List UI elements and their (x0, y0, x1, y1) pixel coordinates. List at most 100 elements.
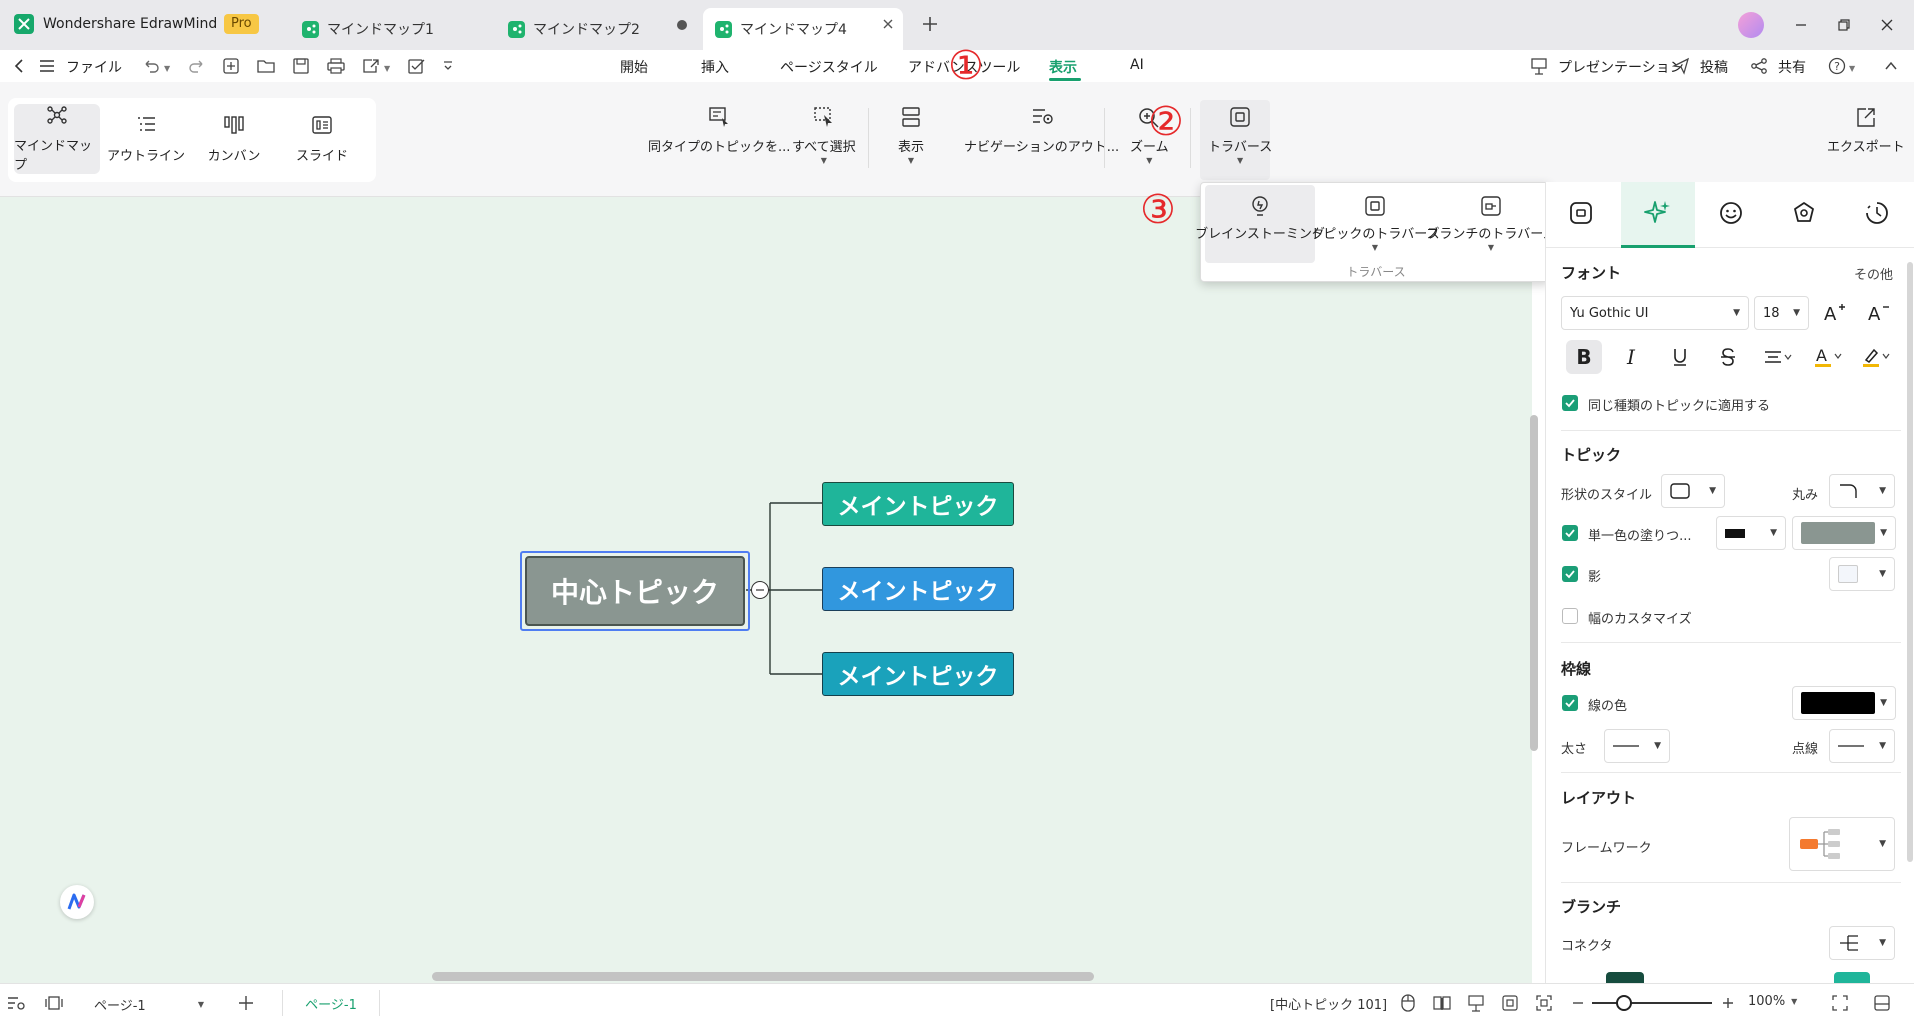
share-icon[interactable] (1748, 56, 1770, 76)
fullscreen-fit-icon[interactable] (1534, 993, 1554, 1013)
shape-style-select[interactable]: ▼ (1661, 474, 1725, 508)
menu-view[interactable]: 表示 (1049, 57, 1077, 77)
zoom-dropdown-icon[interactable]: ▼ (1146, 157, 1152, 165)
close-window-icon[interactable] (1876, 14, 1898, 36)
vertical-scrollbar[interactable] (1530, 415, 1538, 751)
post-button[interactable]: 投稿 (1700, 57, 1728, 77)
font-decrease-icon[interactable]: A (1866, 302, 1890, 324)
font-more-link[interactable]: その他 (1854, 264, 1893, 283)
fill-type-select[interactable]: ▼ (1716, 516, 1786, 550)
page-select[interactable]: ページ-1 ▼ (80, 992, 210, 1016)
branch-traverse-button[interactable]: ブランチのトラバース ▼ (1426, 185, 1556, 263)
font-family-select[interactable]: Yu Gothic UI ▼ (1561, 296, 1749, 330)
user-avatar[interactable] (1738, 12, 1764, 38)
shadow-checkbox[interactable] (1562, 566, 1578, 582)
brainstorming-button[interactable]: ブレインストーミング (1195, 185, 1325, 263)
highlight-color-icon[interactable] (1856, 340, 1896, 374)
single-fill-checkbox[interactable] (1562, 525, 1578, 541)
view-kanban-button[interactable]: カンバン (191, 104, 277, 174)
text-align-icon[interactable] (1758, 340, 1798, 374)
branch-color-swatch[interactable] (1606, 972, 1644, 983)
select-all-button[interactable]: すべて選択 ▼ (792, 106, 856, 165)
zoom-slider-thumb[interactable] (1616, 995, 1632, 1011)
menu-insert[interactable]: 挿入 (701, 57, 729, 77)
line-color-checkbox[interactable] (1562, 695, 1578, 711)
redo-icon[interactable] (186, 56, 208, 76)
panel-tab-history-icon[interactable] (1862, 198, 1892, 228)
panel-tab-sticker-icon[interactable] (1716, 198, 1746, 228)
export-dropdown-icon[interactable]: ▼ (384, 64, 390, 73)
help-dropdown-icon[interactable]: ▼ (1849, 64, 1855, 73)
save-icon[interactable] (290, 56, 312, 76)
open-folder-icon[interactable] (255, 56, 277, 76)
more-dropdown-icon[interactable] (437, 56, 459, 76)
branch-line-swatch[interactable] (1834, 972, 1870, 983)
zoom-slider-track[interactable] (1592, 1002, 1712, 1004)
print-icon[interactable] (325, 56, 347, 76)
mindmap-canvas[interactable]: 中心トピック メイントピック メイントピック メイントピック (0, 197, 1538, 983)
apply-same-checkbox[interactable] (1562, 395, 1578, 411)
connector-select[interactable]: ▼ (1829, 926, 1895, 960)
fullscreen-icon[interactable] (1830, 993, 1850, 1013)
branch-traverse-dropdown-icon[interactable]: ▼ (1488, 244, 1494, 252)
navigation-icon[interactable] (6, 993, 26, 1013)
minimize-icon[interactable] (1790, 14, 1812, 36)
presentation-mode-icon[interactable] (1466, 993, 1486, 1013)
underline-icon[interactable] (1662, 340, 1698, 374)
fit-page-icon[interactable] (1500, 993, 1520, 1013)
zoom-out-icon[interactable] (1568, 993, 1588, 1013)
presentation-button[interactable]: プレゼンテーション (1558, 57, 1684, 77)
tab-mindmap2[interactable]: マインドマップ2 (496, 8, 696, 50)
central-topic[interactable]: 中心トピック (525, 556, 745, 626)
toggle-panel-icon[interactable] (1872, 993, 1892, 1013)
undo-dropdown-icon[interactable]: ▼ (164, 64, 170, 73)
panel-tab-ai-sparkle-icon[interactable] (1643, 198, 1673, 228)
file-menu[interactable]: ファイル (66, 57, 122, 77)
zoom-in-icon[interactable] (1718, 993, 1738, 1013)
presentation-icon[interactable] (1528, 56, 1550, 76)
horizontal-scrollbar[interactable] (432, 972, 1094, 981)
panel-tab-style-icon[interactable] (1566, 198, 1596, 228)
add-page-icon[interactable] (236, 993, 256, 1013)
topic-traverse-button[interactable]: トピックのトラバース ▼ (1310, 185, 1440, 263)
collapse-ribbon-icon[interactable] (1880, 56, 1902, 76)
line-color-select[interactable]: ▼ (1792, 686, 1896, 720)
menu-hamburger-icon[interactable] (36, 56, 58, 76)
topic-traverse-dropdown-icon[interactable]: ▼ (1372, 244, 1378, 252)
post-send-icon[interactable] (1670, 56, 1692, 76)
menu-page-style[interactable]: ページスタイル (780, 57, 878, 77)
mouse-mode-icon[interactable] (1398, 993, 1418, 1013)
navigation-outline-button[interactable]: ナビゲーションのアウト... (964, 106, 1119, 155)
display-button[interactable]: 表示 ▼ (898, 106, 924, 165)
book-view-icon[interactable] (1432, 993, 1452, 1013)
strikethrough-icon[interactable] (1710, 340, 1746, 374)
roundness-select[interactable]: ▼ (1829, 474, 1895, 508)
page-layout-icon[interactable] (44, 993, 64, 1013)
help-icon[interactable]: ? (1826, 56, 1848, 76)
tab-mindmap4[interactable]: マインドマップ4 (703, 8, 903, 50)
thickness-select[interactable]: ▼ (1604, 729, 1670, 763)
panel-scrollbar[interactable] (1907, 262, 1913, 862)
view-mindmap-button[interactable]: マインドマップ (14, 104, 100, 174)
page-tab-active[interactable]: ページ-1 (282, 990, 380, 1016)
font-color-icon[interactable]: A (1808, 340, 1848, 374)
bold-icon[interactable]: B (1566, 340, 1602, 374)
traverse-dropdown-icon[interactable]: ▼ (1237, 157, 1243, 165)
view-slide-button[interactable]: スライド (279, 104, 365, 174)
font-size-select[interactable]: 18 ▼ (1754, 296, 1809, 330)
select-same-type-button[interactable]: 同タイプのトピックを... (648, 106, 790, 155)
export-file-icon[interactable] (360, 56, 382, 76)
main-topic-2[interactable]: メイントピック (822, 567, 1014, 611)
fill-color-select[interactable]: ▼ (1792, 516, 1896, 550)
framework-select[interactable]: ▼ (1789, 817, 1895, 871)
restore-icon[interactable] (1833, 14, 1855, 36)
new-tab-icon[interactable] (920, 14, 940, 34)
main-topic-3[interactable]: メイントピック (822, 652, 1014, 696)
panel-tab-theme-icon[interactable] (1789, 198, 1819, 228)
view-outline-button[interactable]: アウトライン (103, 104, 189, 174)
check-edit-icon[interactable] (406, 56, 428, 76)
menu-ai[interactable]: AI (1130, 57, 1144, 73)
export-button[interactable]: エクスポート (1827, 106, 1905, 155)
font-increase-icon[interactable]: A (1822, 302, 1846, 324)
ai-assistant-icon[interactable] (60, 885, 94, 919)
